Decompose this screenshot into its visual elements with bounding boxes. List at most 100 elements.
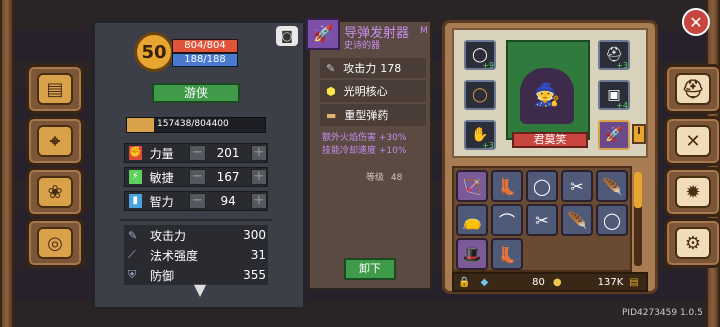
item-icon: 🚀	[306, 18, 340, 50]
ring-badge: +9	[482, 61, 494, 70]
inventory-slot[interactable]: 👢	[491, 238, 523, 270]
decrease-button[interactable]: −	[189, 145, 206, 161]
inventory-slot[interactable]: 👝	[456, 204, 488, 236]
attribute-row: ⚡ 敏捷 −167 +	[124, 167, 268, 187]
helmet-icon: ⛑	[675, 73, 711, 105]
mp-value: 188/188	[184, 54, 226, 65]
character-sprite: 🧙	[520, 68, 574, 124]
paw-icon: ❀	[37, 176, 73, 208]
derived-label: 法术强度	[150, 248, 199, 263]
inventory-slot[interactable]: ✂	[526, 204, 558, 236]
bonus-1: 额外火焰伤害 +30%	[322, 133, 407, 143]
inventory-item-icon: 🪶	[602, 176, 622, 196]
close-button[interactable]: ✕	[682, 8, 710, 36]
decrease-button[interactable]: −	[189, 193, 206, 209]
class-label: 游侠	[183, 86, 208, 100]
map-menu-button[interactable]: ⌖	[26, 116, 84, 166]
item-level-label: 等级	[366, 173, 385, 183]
increase-button[interactable]: +	[250, 169, 267, 185]
amulet-slot[interactable]: ◯	[464, 80, 496, 110]
attribute-row: ▮ 智力 −94 +	[124, 191, 268, 211]
heavy-ammo-icon: ▬	[326, 108, 337, 122]
attribute-value: 94	[220, 194, 236, 208]
item-rarity: 史诗的器	[344, 41, 381, 51]
inventory-scrollbar[interactable]	[634, 172, 642, 266]
sort-icon[interactable]: ▤	[629, 277, 638, 288]
expand-arrow-icon[interactable]: ▼	[184, 282, 216, 298]
inventory-slot[interactable]: 🏹	[456, 170, 488, 202]
inventory-slot[interactable]: 🎩	[456, 238, 488, 270]
weapon-slot-tab[interactable]: I	[632, 124, 646, 144]
camera-icon: ◙	[281, 29, 293, 43]
pet-menu-button[interactable]: ❀	[26, 167, 84, 217]
scrollbar-thumb[interactable]	[634, 172, 642, 208]
launcher-icon: 🚀	[605, 127, 623, 143]
item-attack-row: ✎ 攻击力 178	[320, 58, 426, 78]
stats-divider	[120, 219, 272, 221]
armor-badge: +4	[616, 101, 628, 110]
inventory-slot[interactable]: ◯	[526, 170, 558, 202]
level-value: 50	[141, 41, 167, 63]
diamond-value: 80	[532, 276, 545, 288]
lock-icon[interactable]: 🔒	[458, 277, 470, 288]
weapon-slot[interactable]: 🚀	[598, 120, 630, 150]
helmet-slot[interactable]: ⛑ +3	[598, 40, 630, 70]
inventory-item-icon: 🪶	[567, 210, 587, 230]
pid-version: PID4273459 1.0.5	[622, 308, 703, 318]
derived-value: 300	[243, 228, 266, 242]
book-menu-button[interactable]: ▤	[26, 64, 84, 114]
attribute-value: 167	[216, 170, 240, 184]
level-badge: 50	[134, 32, 174, 72]
gloves-badge: +3	[482, 141, 494, 150]
derived-stat-row: ⟋ 法术强度 31	[124, 245, 268, 265]
gem-1-label: 光明核心	[343, 85, 388, 98]
item-attack-value: 178	[380, 61, 402, 75]
intellect-icon: ▮	[129, 194, 142, 208]
unequip-button[interactable]: 卸下	[344, 258, 396, 280]
vehicle-menu-button[interactable]: ◎	[26, 218, 84, 268]
gold-value: 137K	[597, 276, 624, 288]
wheel-icon: ◎	[37, 227, 73, 259]
inventory-item-icon: ◯	[533, 176, 551, 196]
hp-value: 804/804	[184, 40, 226, 51]
inventory-item-icon: 👝	[462, 210, 482, 230]
class-button[interactable]: 游侠	[152, 83, 240, 103]
exp-value: 157438/804400	[157, 119, 229, 129]
gold-coin-icon: ●	[552, 276, 562, 288]
gem-2-label: 重型弹药	[344, 109, 389, 122]
wand-icon: ⟋	[128, 248, 136, 261]
exp-bar: 157438/804400	[126, 117, 266, 133]
item-attack-icon: ✎	[326, 61, 336, 75]
gloves-slot[interactable]: ✋ +3	[464, 120, 496, 150]
ring-slot[interactable]: ◯ +9	[464, 40, 496, 70]
inventory-slot[interactable]: ◯	[596, 204, 628, 236]
skills-menu-button[interactable]: ✕	[664, 116, 720, 166]
item-level-value: 48	[390, 173, 403, 183]
item-level: 等级 48	[366, 170, 402, 183]
character-name-banner: 君莫笑	[512, 132, 588, 148]
decrease-button[interactable]: −	[189, 169, 206, 185]
gear-icon: ⚙	[675, 227, 711, 259]
camera-button[interactable]: ◙	[276, 26, 298, 46]
inventory-item-icon: 🏹	[462, 176, 482, 196]
light-core-icon: ⬢	[326, 84, 336, 98]
armor-slot[interactable]: ▣ +4	[598, 80, 630, 110]
inventory-slot[interactable]: 🪶	[596, 170, 628, 202]
increase-button[interactable]: +	[250, 145, 267, 161]
derived-label: 防御	[150, 268, 175, 283]
crossed-swords-icon: ✕	[675, 125, 711, 157]
attribute-label: 力量	[149, 146, 174, 161]
inventory-slot[interactable]: 🪶	[561, 204, 593, 236]
hero-menu-button[interactable]: ⛑	[664, 64, 720, 114]
sword-icon: ✎	[128, 228, 138, 242]
left-wood-rail	[0, 0, 14, 327]
increase-button[interactable]: +	[250, 193, 267, 209]
map-icon: ⌖	[37, 125, 73, 157]
inventory-slot[interactable]: ✂	[561, 170, 593, 202]
inventory-item-icon: ✂	[535, 210, 549, 230]
inventory-slot[interactable]: ⌒	[491, 204, 523, 236]
talent-menu-button[interactable]: ✹	[664, 167, 720, 217]
settings-menu-button[interactable]: ⚙	[664, 218, 720, 268]
book-icon: ▤	[37, 73, 73, 105]
inventory-slot[interactable]: 👢	[491, 170, 523, 202]
